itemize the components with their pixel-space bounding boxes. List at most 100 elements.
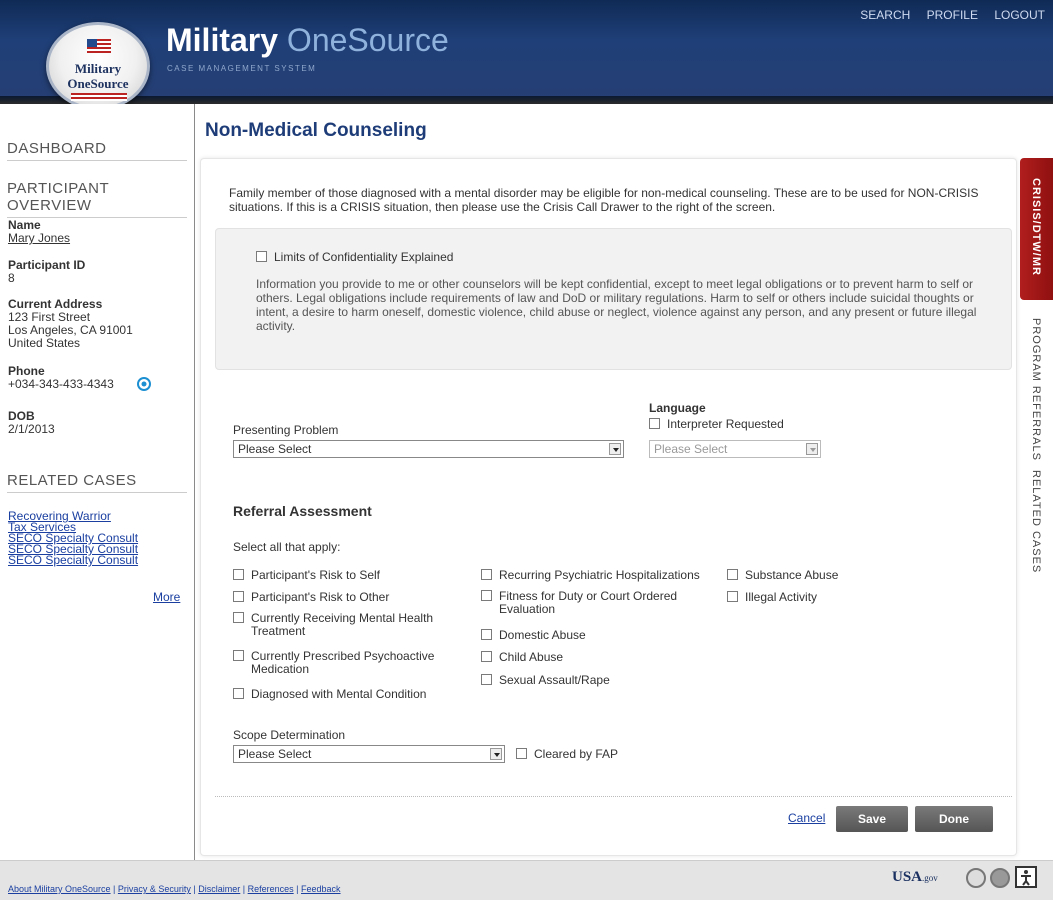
intro-text: Family member of those diagnosed with a … — [229, 186, 979, 214]
child-abuse-checkbox-row[interactable]: Child Abuse — [481, 650, 563, 664]
seal-text-onesource: OneSource — [67, 76, 129, 91]
checkbox[interactable] — [481, 569, 492, 580]
page-title: Non-Medical Counseling — [205, 120, 427, 141]
footer-about-link[interactable]: About Military OneSource — [8, 884, 111, 894]
seal-stripes — [71, 93, 127, 101]
substance-abuse-checkbox-row[interactable]: Substance Abuse — [727, 568, 838, 582]
done-button[interactable]: Done — [915, 806, 993, 832]
checkbox[interactable] — [481, 590, 492, 601]
scope-determination-select[interactable]: Please Select — [233, 745, 505, 763]
seal-text-military: Military — [74, 61, 122, 76]
participant-id-label: Participant ID — [8, 258, 86, 272]
checkbox-label: Participant's Risk to Self — [251, 568, 381, 582]
fitness-for-duty-checkbox-row[interactable]: Fitness for Duty or Court Ordered Evalua… — [481, 590, 721, 616]
checkbox-label: Sexual Assault/Rape — [499, 673, 610, 687]
accessibility-icon[interactable] — [1015, 866, 1037, 888]
nav-profile-link[interactable]: PROFILE — [927, 8, 978, 22]
address-line-3: United States — [8, 336, 81, 350]
presenting-problem-value: Please Select — [238, 442, 312, 456]
usagov-suffix: .gov — [922, 873, 938, 883]
confidentiality-text: Information you provide to me or other c… — [256, 277, 977, 333]
checkbox[interactable] — [481, 629, 492, 640]
nav-search-link[interactable]: SEARCH — [860, 8, 910, 22]
checkbox-label: Diagnosed with Mental Condition — [251, 687, 427, 701]
cleared-by-fap-checkbox-row[interactable]: Cleared by FAP — [516, 747, 618, 761]
risk-to-other-checkbox-row[interactable]: Participant's Risk to Other — [233, 590, 389, 604]
confidentiality-checkbox-row[interactable]: Limits of Confidentiality Explained — [256, 250, 453, 264]
dashboard-link[interactable]: DASHBOARD — [7, 140, 187, 161]
checkbox-label: Fitness for Duty or Court Ordered Evalua… — [499, 589, 678, 616]
psychoactive-medication-checkbox-row[interactable]: Currently Prescribed Psychoactive Medica… — [233, 650, 463, 676]
checkbox[interactable] — [481, 651, 492, 662]
usagov-text: USA — [892, 869, 923, 885]
chevron-down-icon — [609, 443, 621, 455]
checkbox-label: Recurring Psychiatric Hospitalizations — [499, 568, 700, 582]
illegal-activity-checkbox-row[interactable]: Illegal Activity — [727, 590, 817, 604]
scope-determination-label: Scope Determination — [233, 728, 346, 742]
receiving-treatment-checkbox-row[interactable]: Currently Receiving Mental Health Treatm… — [233, 612, 463, 638]
seal-icon[interactable] — [966, 868, 986, 888]
confidentiality-checkbox[interactable] — [256, 251, 267, 262]
related-case-link[interactable]: SECO Specialty Consult — [8, 554, 138, 566]
checkbox[interactable] — [233, 569, 244, 580]
top-nav: SEARCH PROFILE LOGOUT — [847, 8, 1045, 22]
chevron-down-icon — [806, 443, 818, 455]
checkbox-label: Currently Prescribed Psychoactive Medica… — [251, 649, 435, 676]
phone-call-icon[interactable] — [137, 377, 151, 391]
tab-related-cases[interactable]: RELATED CASES — [1030, 470, 1042, 573]
brand-bold: Military — [166, 22, 279, 58]
mental-condition-checkbox-row[interactable]: Diagnosed with Mental Condition — [233, 687, 426, 701]
dob-label: DOB — [8, 409, 35, 423]
dob-value: 2/1/2013 — [8, 422, 55, 436]
checkbox[interactable] — [233, 650, 244, 661]
usa-gov-logo[interactable]: USA.gov — [892, 869, 938, 886]
footer-disclaimer-link[interactable]: Disclaimer — [198, 884, 240, 894]
participant-overview-heading: PARTICIPANT OVERVIEW — [7, 180, 187, 218]
footer-privacy-link[interactable]: Privacy & Security — [118, 884, 191, 894]
referral-assessment-heading: Referral Assessment — [233, 503, 372, 519]
psychiatric-hospitalizations-checkbox-row[interactable]: Recurring Psychiatric Hospitalizations — [481, 568, 700, 582]
phone-label: Phone — [8, 364, 45, 378]
tab-crisis-label: CRISIS/DTW/MR — [1030, 178, 1042, 276]
checkbox-label: Domestic Abuse — [499, 628, 586, 642]
checkbox[interactable] — [481, 674, 492, 685]
header-strip — [0, 96, 1053, 104]
cleared-by-fap-checkbox[interactable] — [516, 748, 527, 759]
presenting-problem-select[interactable]: Please Select — [233, 440, 624, 458]
interpreter-checkbox[interactable] — [649, 418, 660, 429]
badge-icon[interactable] — [990, 868, 1010, 888]
language-select[interactable]: Please Select — [649, 440, 821, 458]
scope-determination-value: Please Select — [238, 747, 312, 761]
footer-links: About Military OneSource | Privacy & Sec… — [8, 884, 341, 894]
risk-to-self-checkbox-row[interactable]: Participant's Risk to Self — [233, 568, 380, 582]
checkbox[interactable] — [727, 591, 738, 602]
nav-logout-link[interactable]: LOGOUT — [994, 8, 1045, 22]
military-onesource-seal-logo[interactable]: Military OneSource — [46, 22, 150, 110]
language-value: Please Select — [654, 442, 728, 456]
save-button[interactable]: Save — [836, 806, 908, 832]
more-related-cases-link[interactable]: More — [153, 590, 180, 604]
sexual-assault-checkbox-row[interactable]: Sexual Assault/Rape — [481, 673, 610, 687]
interpreter-checkbox-row[interactable]: Interpreter Requested — [649, 417, 784, 431]
brand-light: OneSource — [278, 22, 449, 58]
checkbox[interactable] — [233, 612, 244, 623]
participant-name-link[interactable]: Mary Jones — [8, 232, 70, 245]
language-label: Language — [649, 401, 706, 415]
phone-value: +034-343-433-4343 — [8, 377, 114, 391]
form-divider — [215, 796, 1012, 797]
checkbox-label: Substance Abuse — [745, 568, 839, 582]
checkbox[interactable] — [233, 591, 244, 602]
cancel-link[interactable]: Cancel — [788, 811, 825, 825]
confidentiality-label: Limits of Confidentiality Explained — [274, 250, 454, 264]
tab-program-referrals[interactable]: PROGRAM REFERRALS — [1030, 318, 1042, 461]
footer-feedback-link[interactable]: Feedback — [301, 884, 341, 894]
footer-references-link[interactable]: References — [248, 884, 294, 894]
current-address-label: Current Address — [8, 297, 103, 311]
domestic-abuse-checkbox-row[interactable]: Domestic Abuse — [481, 628, 586, 642]
checkbox[interactable] — [727, 569, 738, 580]
flag-icon — [87, 39, 111, 53]
checkbox[interactable] — [233, 688, 244, 699]
brand-title: Military OneSource — [166, 20, 449, 60]
related-cases-list: Recovering Warrior Tax Services SECO Spe… — [8, 510, 138, 566]
checkbox-label: Illegal Activity — [745, 590, 818, 604]
